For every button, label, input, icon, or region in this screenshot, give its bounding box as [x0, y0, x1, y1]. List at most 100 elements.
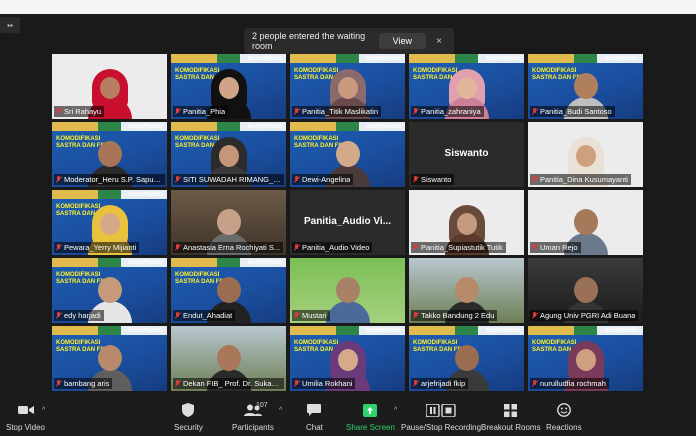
participant-name-label: Umilia Rokhani	[292, 378, 356, 389]
participant-name-label: Dewi-Angelina	[292, 174, 354, 185]
participant-tile[interactable]: NGONTRAS#1 KOMODIFIKASI SASTRA DAN FILM nur…	[528, 326, 643, 391]
muted-mic-icon	[532, 380, 538, 387]
participant-tile[interactable]: NGONTRAS#1 KOMODIFIKASI SASTRA DAN FILM Pan…	[171, 54, 286, 119]
participant-name-label: bambang aris	[54, 378, 113, 389]
webinar-brand-text: NGONTRAS#1	[128, 328, 163, 334]
pause-stop-recording-button[interactable]: Pause/Stop Recording	[401, 402, 481, 432]
close-icon[interactable]: ×	[432, 36, 446, 47]
participant-name-label: Panitia_Titik Maslikatin	[292, 106, 381, 117]
webinar-brand-text: NGONTRAS#1	[366, 328, 401, 334]
webinar-brand-text: NGONTRAS#1	[604, 328, 639, 334]
participants-count: 107	[256, 402, 268, 409]
participant-tile[interactable]: Panitia_Dina Kusumayanti	[528, 122, 643, 187]
muted-mic-icon	[175, 380, 181, 387]
participant-tile[interactable]: Uman Rejo	[528, 190, 643, 255]
muted-mic-icon	[56, 108, 62, 115]
stop-video-button[interactable]: Stop Video	[6, 402, 45, 432]
participants-options-caret-icon[interactable]: ^	[279, 407, 282, 414]
pause-recording-label: Pause/Stop Recording	[401, 423, 482, 432]
chat-bubble-icon	[307, 402, 322, 418]
participant-tile[interactable]: Anastasia Erna Rochiyati S...	[171, 190, 286, 255]
participants-button[interactable]: 107 Participants	[232, 402, 274, 432]
participant-name-label: Takko Bandung 2 Edu	[411, 310, 498, 321]
participant-tile[interactable]: NGONTRAS#1 KOMODIFIKASI SASTRA DAN FILM bam…	[52, 326, 167, 391]
breakout-rooms-button[interactable]: Breakout Rooms	[481, 402, 541, 432]
share-options-caret-icon[interactable]: ^	[394, 407, 397, 414]
participant-tile[interactable]: NGONTRAS#1 KOMODIFIKASI SASTRA DAN FILM Pan…	[290, 54, 405, 119]
participant-tile[interactable]: NGONTRAS#1 KOMODIFIKASI SASTRA DAN FILM Dew…	[290, 122, 405, 187]
webinar-brand-text: NGONTRAS#1	[128, 124, 163, 130]
participant-tile[interactable]: NGONTRAS#1 KOMODIFIKASI SASTRA DAN FILM Umi…	[290, 326, 405, 391]
participant-name-label: Pewara_Yerry Mijianti	[54, 242, 140, 253]
participant-name-label: nurulludfia rochmah	[530, 378, 609, 389]
participant-tile[interactable]: Dekan FIB_ Prof. Dr. Sukarno, ...	[171, 326, 286, 391]
muted-mic-icon	[56, 312, 62, 319]
chat-button[interactable]: Chat	[306, 402, 323, 432]
participant-name-text: Panitia_Supiastutik Tutik	[421, 243, 503, 252]
muted-mic-icon	[532, 176, 538, 183]
video-options-caret-icon[interactable]: ^	[42, 407, 45, 414]
participant-name-label: Panitia_Phia	[173, 106, 229, 117]
participant-name-text: Endut_Ahadiat	[183, 311, 233, 320]
participant-avatar	[325, 273, 370, 323]
participant-tile[interactable]: Panitia_Supiastutik Tutik	[409, 190, 524, 255]
participant-tile[interactable]: NGONTRAS#1 KOMODIFIKASI SASTRA DAN FILM Pew…	[52, 190, 167, 255]
muted-mic-icon	[294, 380, 300, 387]
security-label: Security	[174, 423, 203, 432]
participant-tile[interactable]: Mustari	[290, 258, 405, 323]
participant-tile[interactable]: NGONTRAS#1 KOMODIFIKASI SASTRA DAN FILM Mod…	[52, 122, 167, 187]
video-camera-icon	[17, 402, 34, 418]
smiley-icon	[556, 402, 571, 418]
muted-mic-icon	[413, 244, 419, 251]
breakout-rooms-icon	[504, 402, 518, 418]
muted-mic-icon	[175, 244, 181, 251]
participant-tile[interactable]: Siswanto Siswanto	[409, 122, 524, 187]
participant-name-label: Endut_Ahadiat	[173, 310, 236, 321]
participant-tile[interactable]: NGONTRAS#1 KOMODIFIKASI SASTRA DAN FILM edy…	[52, 258, 167, 323]
participant-tile[interactable]: Sri Rahayu	[52, 54, 167, 119]
participant-name-text: Pewara_Yerry Mijianti	[64, 243, 137, 252]
muted-mic-icon	[413, 312, 419, 319]
webinar-brand-text: NGONTRAS#1	[485, 328, 520, 334]
muted-mic-icon	[294, 244, 300, 251]
participant-name-text: Siswanto	[421, 175, 452, 184]
webinar-brand-text: NGONTRAS#1	[604, 56, 639, 62]
security-button[interactable]: Security	[174, 402, 203, 432]
view-toggle-button[interactable]: ▪▪	[0, 17, 20, 33]
participant-tile[interactable]: Panitia_Audio Vi... Panitia_Audio Video	[290, 190, 405, 255]
participant-name-text: nurulludfia rochmah	[540, 379, 606, 388]
waiting-room-banner: 2 people entered the waiting room View ×	[244, 28, 454, 54]
participant-name-text: Panitia_Audio Video	[302, 243, 370, 252]
participant-tile[interactable]: Agung Univ PGRI Adi Buana	[528, 258, 643, 323]
reactions-button[interactable]: Reactions	[546, 402, 582, 432]
participant-tile[interactable]: NGONTRAS#1 KOMODIFIKASI SASTRA DAN FILM arj…	[409, 326, 524, 391]
webinar-brand-text: NGONTRAS#1	[366, 124, 401, 130]
participant-name-label: SITI SUWADAH RIMANG_U...	[173, 174, 284, 185]
stop-video-label: Stop Video	[6, 423, 45, 432]
participant-name-text: Agung Univ PGRI Adi Buana	[540, 311, 636, 320]
muted-mic-icon	[175, 176, 181, 183]
waiting-room-view-button[interactable]: View	[378, 33, 426, 49]
participant-name-label: Anastasia Erna Rochiyati S...	[173, 242, 284, 253]
participants-label: Participants	[232, 423, 274, 432]
participant-tile[interactable]: Takko Bandung 2 Edu	[409, 258, 524, 323]
participant-tile[interactable]: NGONTRAS#1 KOMODIFIKASI SASTRA DAN FILM End…	[171, 258, 286, 323]
participant-tile[interactable]: NGONTRAS#1 KOMODIFIKASI SASTRA DAN FILM Pan…	[409, 54, 524, 119]
webinar-brand-text: NGONTRAS#1	[128, 192, 163, 198]
reactions-label: Reactions	[546, 423, 582, 432]
participant-tile[interactable]: NGONTRAS#1 KOMODIFIKASI SASTRA DAN FILM SIT…	[171, 122, 286, 187]
participant-name-text: Dekan FIB_ Prof. Dr. Sukarno, ...	[183, 379, 281, 388]
participant-name-text: Panitia_Budi Santoso	[540, 107, 612, 116]
pause-stop-icon	[426, 402, 456, 418]
muted-mic-icon	[294, 108, 300, 115]
share-screen-button[interactable]: Share Screen	[346, 402, 395, 432]
participant-name-label: Mustari	[292, 310, 330, 321]
participant-tile[interactable]: NGONTRAS#1 KOMODIFIKASI SASTRA DAN FILM Pan…	[528, 54, 643, 119]
share-screen-icon	[363, 402, 378, 418]
participant-name-label: Siswanto	[411, 174, 455, 185]
participant-name-label: arjefrijadi fkip	[411, 378, 469, 389]
participant-name-label: Panitia_Audio Video	[292, 242, 373, 253]
participant-name-label: Panitia_Budi Santoso	[530, 106, 615, 117]
muted-mic-icon	[413, 380, 419, 387]
participant-name-text: Uman Rejo	[540, 243, 578, 252]
